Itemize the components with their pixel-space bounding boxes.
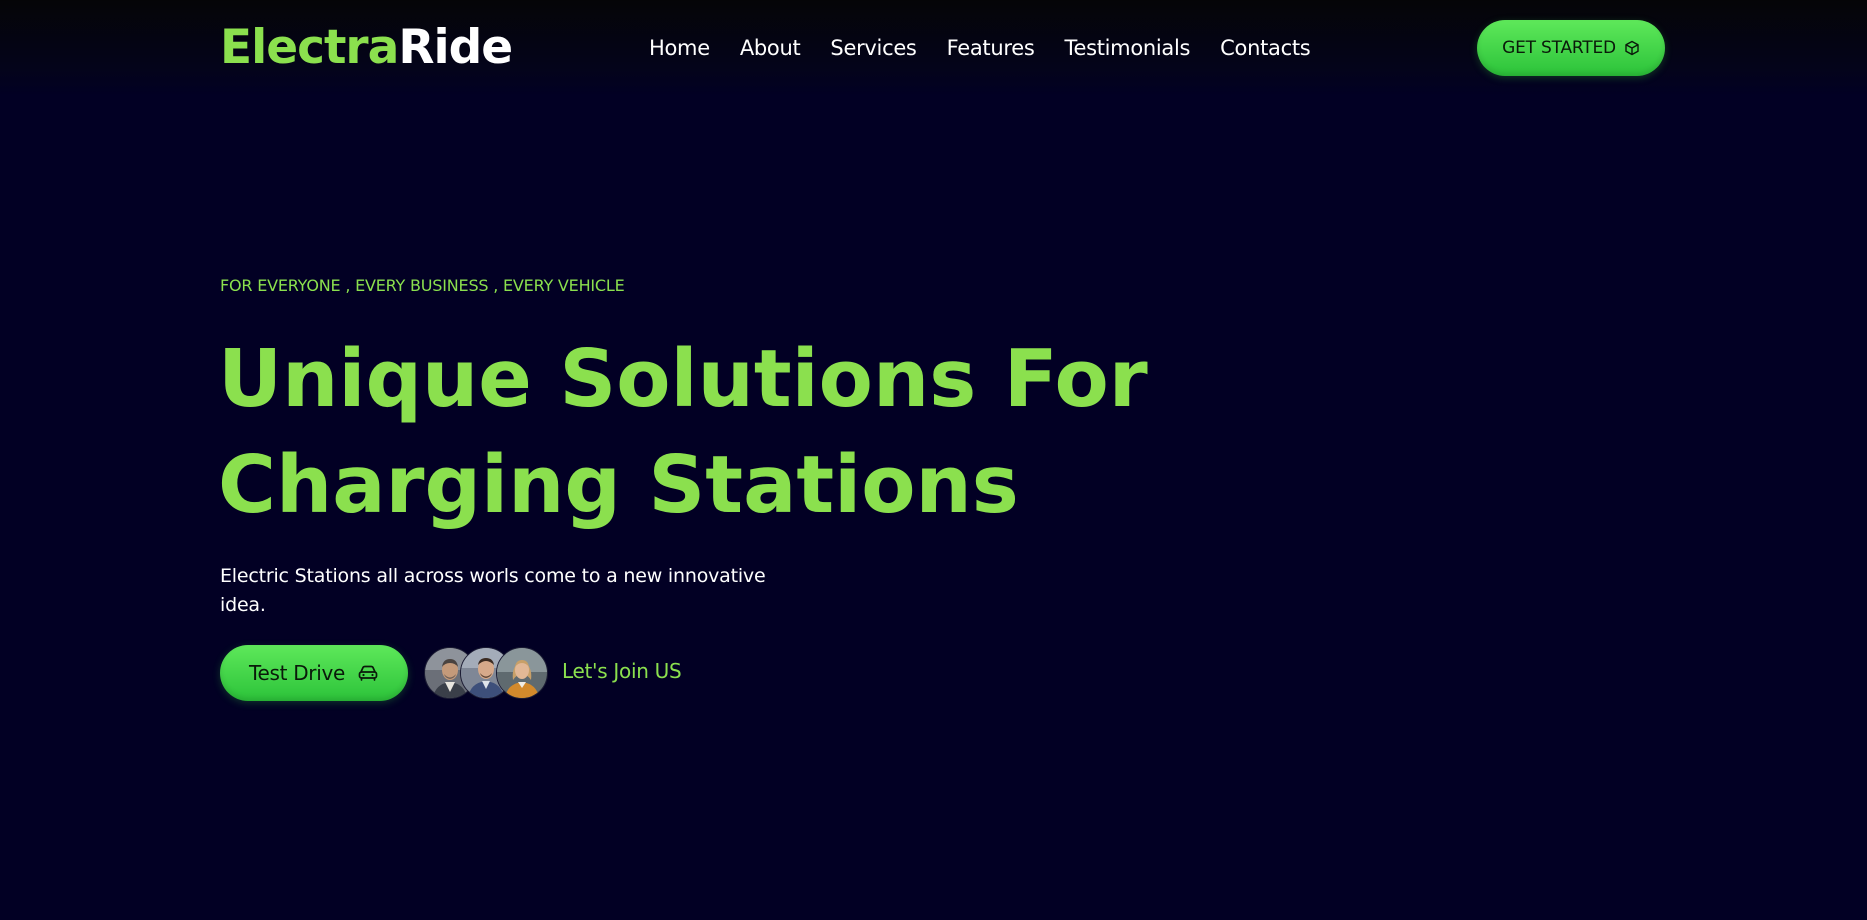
car-icon — [357, 664, 379, 682]
hero-headline-line1: Unique Solutions For — [218, 333, 1148, 425]
hero-eyebrow: FOR EVERYONE , EVERY BUSINESS , EVERY VE… — [220, 276, 625, 295]
top-navigation-bar: ElectraRide Home About Services Features… — [0, 0, 1867, 96]
nav-item-services[interactable]: Services — [830, 33, 916, 63]
nav-item-about[interactable]: About — [740, 33, 801, 63]
community-avatars — [424, 647, 548, 699]
brand-name-part2: Ride — [398, 20, 513, 75]
join-us-link[interactable]: Let's Join US — [562, 659, 682, 683]
nav-item-contacts[interactable]: Contacts — [1220, 33, 1311, 63]
hero-headline: Unique Solutions For Charging Stations — [218, 326, 1218, 538]
hero-headline-line2: Charging Stations — [218, 439, 1019, 531]
get-started-label: GET STARTED — [1502, 38, 1616, 58]
test-drive-label: Test Drive — [248, 661, 346, 685]
brand-name-part1: Electra — [220, 20, 399, 75]
nav-item-testimonials[interactable]: Testimonials — [1064, 33, 1190, 63]
main-nav: Home About Services Features Testimonial… — [649, 33, 1311, 63]
brand-logo[interactable]: ElectraRide — [220, 20, 513, 76]
avatar — [496, 647, 548, 699]
nav-item-home[interactable]: Home — [649, 33, 710, 63]
nav-item-features[interactable]: Features — [947, 33, 1035, 63]
get-started-button[interactable]: GET STARTED — [1477, 20, 1665, 76]
cube-icon — [1624, 40, 1640, 56]
test-drive-button[interactable]: Test Drive — [220, 645, 408, 701]
hero-subtext: Electric Stations all across worls come … — [220, 565, 766, 616]
